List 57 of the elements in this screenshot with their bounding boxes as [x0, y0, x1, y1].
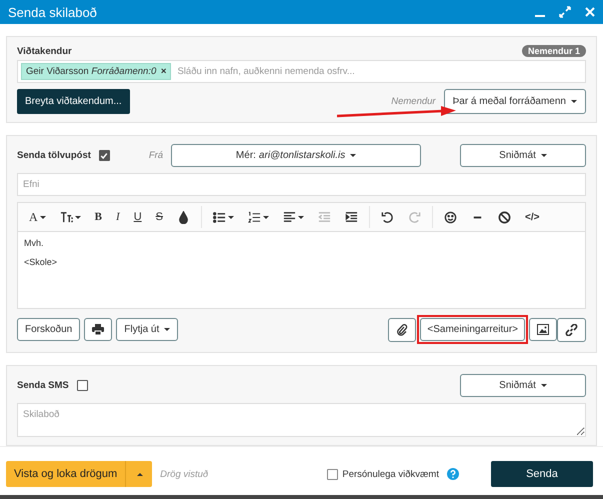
close-icon[interactable]: [585, 7, 595, 17]
send-sms-checkbox[interactable]: [76, 380, 88, 391]
recipients-label: Viðtakendur: [17, 46, 72, 56]
align-left-icon: [282, 210, 296, 224]
template-dropdown[interactable]: Sniðmát: [460, 144, 586, 167]
sms-template-dropdown[interactable]: Sniðmát: [460, 374, 586, 397]
print-button[interactable]: [84, 318, 112, 341]
font-button[interactable]: A: [22, 206, 53, 228]
body-line: Mvh.: [24, 238, 45, 248]
print-icon: [92, 324, 104, 335]
from-dropdown[interactable]: Mér: ari@tonlistarskoli.is: [171, 144, 422, 167]
bold-button[interactable]: B: [88, 206, 110, 228]
send-email-checkbox[interactable]: [98, 150, 110, 161]
prohibited-icon: [498, 210, 511, 224]
send-button[interactable]: Senda: [491, 461, 593, 487]
link-icon: [565, 324, 578, 336]
subject-field[interactable]: Efni: [17, 173, 586, 196]
draft-status: Drög vistuð: [160, 468, 208, 480]
save-and-close-button[interactable]: Vista og loka drögum: [6, 461, 152, 487]
window-title: Senda skilaboð: [8, 4, 97, 20]
strike-button[interactable]: S: [148, 206, 170, 228]
expand-icon[interactable]: [559, 6, 571, 18]
export-dropdown[interactable]: Flytja út: [116, 318, 178, 341]
link-button[interactable]: [557, 318, 586, 342]
code-button[interactable]: </>: [518, 206, 546, 228]
numbered-list-icon: [248, 210, 261, 224]
drop-icon: [176, 210, 190, 224]
smiley-icon: [444, 210, 457, 224]
edit-recipients-button[interactable]: Breyta viðtakendum...: [17, 89, 130, 114]
message-body[interactable]: Mvh. <Skole>: [18, 232, 585, 308]
merge-field-button[interactable]: <Sameiningarreitur>: [420, 318, 525, 341]
send-email-label: Senda tölvupóst: [17, 150, 91, 161]
help-icon[interactable]: [447, 468, 459, 480]
redo-icon: [408, 210, 421, 224]
sms-message-field[interactable]: Skilaboð: [17, 403, 586, 437]
attach-button[interactable]: [388, 318, 416, 342]
recipient-token[interactable]: Geir Viðarsson Forráðamenn:0 ×: [21, 63, 172, 80]
outdent-icon: [318, 210, 331, 224]
bullet-list-icon: [212, 210, 226, 224]
paperclip-icon: [396, 324, 408, 336]
sensitive-label: Persónulega viðkvæmt: [342, 468, 439, 480]
sensitive-checkbox[interactable]: [327, 468, 338, 480]
undo-icon: [380, 210, 394, 224]
body-line: <Skole>: [24, 257, 58, 267]
recipients-field[interactable]: Geir Viðarsson Forráðamenn:0 × Sláðu inn nafn, auðkenni nemenda osfrv...: [17, 60, 586, 83]
italic-button[interactable]: I: [109, 206, 127, 228]
audience-dropdown[interactable]: Þar á meðal forráðamenn: [444, 89, 586, 114]
indent-icon: [344, 210, 358, 224]
audience-label: Nemendur: [391, 96, 436, 107]
count-badge: Nemendur 1: [522, 45, 586, 57]
image-icon: [537, 324, 549, 335]
underline-button[interactable]: U: [126, 206, 149, 228]
image-button[interactable]: [529, 318, 557, 341]
from-label: Frá: [148, 150, 164, 161]
text-size-icon: [60, 210, 73, 224]
send-sms-label: Senda SMS: [17, 380, 69, 391]
preview-button[interactable]: Forskoðun: [17, 318, 80, 341]
